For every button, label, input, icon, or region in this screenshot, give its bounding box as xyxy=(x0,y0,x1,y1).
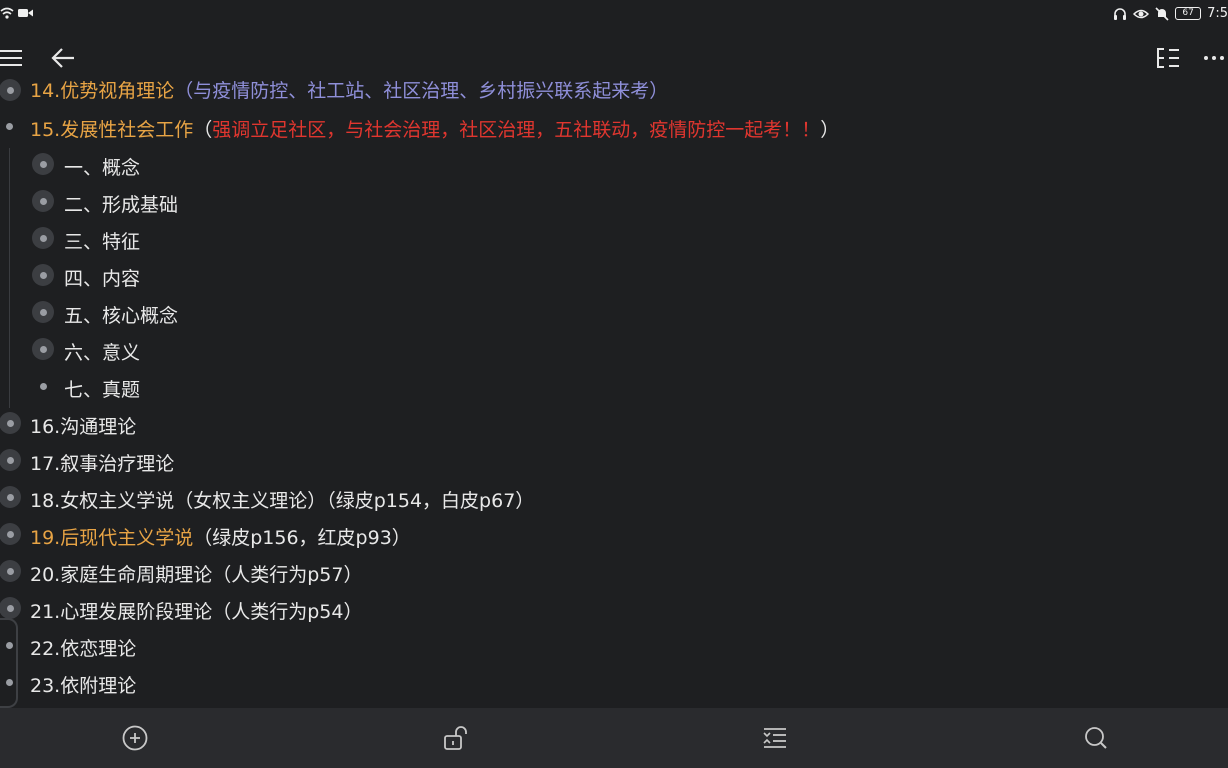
outline-list: 14.优势视角理论（与疫情防控、社工站、社区治理、乡村振兴联系起来考） 15.发… xyxy=(0,72,1228,708)
bullet-icon[interactable] xyxy=(32,375,54,397)
collapsed-bullet-icon[interactable] xyxy=(32,338,54,360)
child-label: 二、形成基础 xyxy=(64,194,179,216)
collapsed-bullet-icon[interactable] xyxy=(0,449,21,471)
item-title: 23.依附理论 xyxy=(30,675,137,697)
eye-icon xyxy=(1133,9,1150,18)
bullet-icon[interactable] xyxy=(0,115,20,137)
child-label: 一、概念 xyxy=(64,157,141,179)
item-note: （绿皮p156，红皮p93） xyxy=(193,527,411,549)
collapsed-bullet-icon[interactable] xyxy=(32,190,54,212)
bottom-toolbar xyxy=(0,708,1228,768)
child-label: 四、内容 xyxy=(64,268,141,290)
add-circle-icon[interactable] xyxy=(121,724,149,752)
back-arrow-icon[interactable] xyxy=(50,44,78,72)
item-title: 20.家庭生命周期理论（人类行为p57） xyxy=(30,564,363,586)
collapsed-bullet-icon[interactable] xyxy=(0,597,21,619)
bell-muted-icon xyxy=(1155,6,1169,21)
wifi-icon xyxy=(0,7,14,19)
outline-toggle-icon[interactable] xyxy=(1154,44,1182,72)
item-title: 21.心理发展阶段理论（人类行为p54） xyxy=(30,601,363,623)
child-label: 六、意义 xyxy=(64,342,141,364)
collapsed-bullet-icon[interactable] xyxy=(32,153,54,175)
item-title: 16.沟通理论 xyxy=(30,416,137,438)
menu-icon[interactable] xyxy=(0,44,28,72)
collapsed-bullet-icon[interactable] xyxy=(0,412,21,434)
collapsed-bullet-icon[interactable] xyxy=(0,486,21,508)
collapsed-bullet-icon[interactable] xyxy=(32,227,54,249)
video-icon xyxy=(18,9,33,17)
collapsed-bullet-icon[interactable] xyxy=(0,523,21,545)
scroll-handle[interactable] xyxy=(0,618,18,708)
item-title: 15.发展性社会工作 xyxy=(30,119,194,141)
status-bar: 67 7:5 xyxy=(0,0,1228,32)
item-title: 18.女权主义学说（女权主义理论）（绿皮p154，白皮p67） xyxy=(30,490,535,512)
collapsed-bullet-icon[interactable] xyxy=(32,301,54,323)
item-title: 22.依恋理论 xyxy=(30,638,137,660)
collapsed-bullet-icon[interactable] xyxy=(0,560,21,582)
item-note: 强调立足社区，与社会治理，社区治理，五社联动，疫情防控一起考！！ xyxy=(212,119,821,141)
item-title: 17.叙事治疗理论 xyxy=(30,453,175,475)
more-icon[interactable] xyxy=(1200,44,1228,72)
status-right: 67 7:5 xyxy=(1113,6,1228,21)
item-title: 14.优势视角理论 xyxy=(30,80,175,102)
item-note: （与疫情防控、社工站、社区治理、乡村振兴联系起来考） xyxy=(174,80,669,102)
collapsed-bullet-icon[interactable] xyxy=(32,264,54,286)
status-left xyxy=(0,6,34,20)
child-label: 七、真题 xyxy=(64,379,141,401)
note-open: （ xyxy=(193,119,213,141)
adjust-indent-icon[interactable] xyxy=(761,724,789,752)
item-title: 19.后现代主义学说 xyxy=(30,527,194,549)
clock: 7:5 xyxy=(1207,6,1228,21)
unlock-icon[interactable] xyxy=(442,724,470,752)
headphones-icon xyxy=(1114,7,1127,20)
note-close: ） xyxy=(820,119,840,141)
indent-guide xyxy=(9,148,10,408)
search-icon[interactable] xyxy=(1082,724,1110,752)
collapsed-bullet-icon[interactable] xyxy=(0,79,21,101)
child-label: 三、特征 xyxy=(64,231,141,253)
child-label: 五、核心概念 xyxy=(64,305,179,327)
battery-indicator: 67 xyxy=(1175,7,1202,20)
